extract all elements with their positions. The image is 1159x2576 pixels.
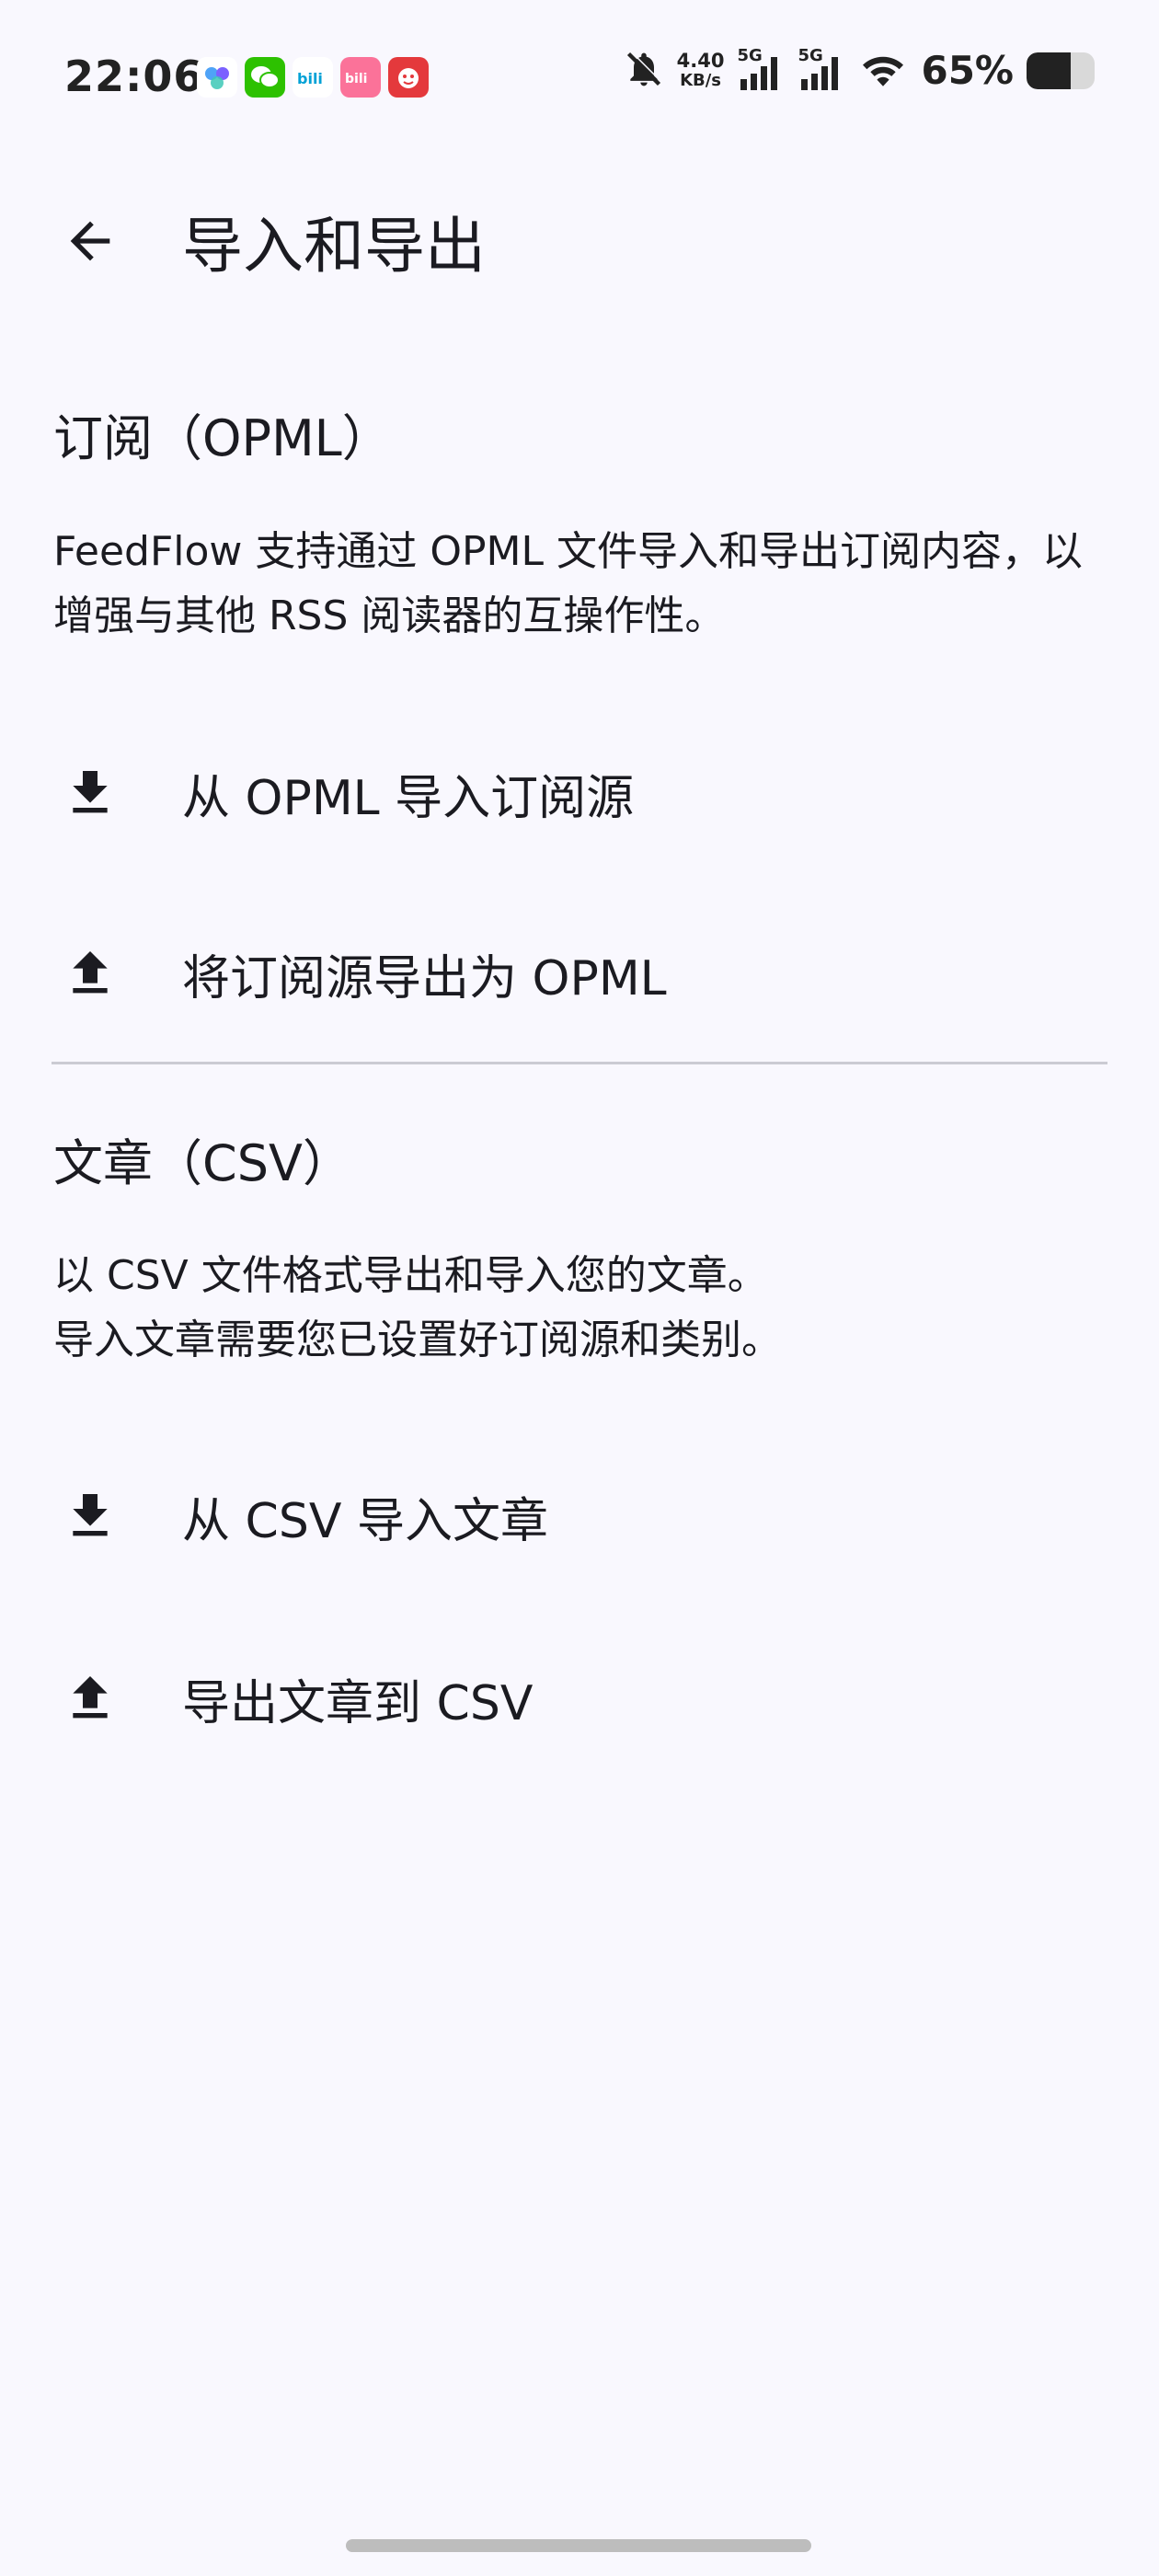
download-icon xyxy=(59,1485,121,1547)
export-opml-label: 将订阅源导出为 OPML xyxy=(182,950,667,1006)
net-speed: 4.40 KB/s xyxy=(677,51,725,91)
net-speed-value: 4.40 xyxy=(676,49,725,72)
import-export-screen: 22:06 bili bili 4.40 KB/s 5G 5G 65% 导入和导… xyxy=(0,0,1159,2576)
download-icon xyxy=(59,762,121,824)
section-description-opml: FeedFlow 支持通过 OPML 文件导入和导出订阅内容，以增强与其他 RS… xyxy=(53,528,1084,639)
upload-icon xyxy=(59,942,121,1005)
arrow-back-icon xyxy=(70,221,110,261)
section-title-opml: 订阅（OPML） xyxy=(53,409,392,467)
import-csv-button[interactable]: 从 CSV 导入文章 xyxy=(0,1433,1159,1599)
svg-text:bili: bili xyxy=(345,72,367,86)
wechat-icon xyxy=(245,57,285,98)
section-divider xyxy=(52,1062,1107,1064)
battery-icon xyxy=(1027,52,1095,89)
net-speed-unit: KB/s xyxy=(680,70,722,90)
signal-1-label: 5G xyxy=(737,45,763,65)
upload-icon xyxy=(59,1667,121,1730)
battery-percent: 65% xyxy=(921,48,1014,93)
bilibili-pink-icon: bili xyxy=(340,57,381,98)
status-time: 22:06 xyxy=(64,52,204,101)
home-indicator[interactable] xyxy=(346,2539,811,2552)
export-csv-button[interactable]: 导出文章到 CSV xyxy=(0,1616,1159,1781)
page-title: 导入和导出 xyxy=(182,211,486,282)
svg-text:bili: bili xyxy=(297,70,323,87)
section-description-csv: 以 CSV 文件格式导出和导入您的文章。 导入文章需要您已设置好订阅源和类别。 xyxy=(53,1244,1111,1373)
section-title-csv: 文章（CSV） xyxy=(53,1134,352,1192)
status-right: 4.40 KB/s 5G 5G 65% xyxy=(624,46,1095,93)
back-button[interactable] xyxy=(52,202,129,280)
jd-icon xyxy=(388,57,429,98)
signal-2-label: 5G xyxy=(798,45,823,65)
bell-off-icon xyxy=(624,49,664,93)
signal-5g-1: 5G xyxy=(737,46,785,92)
export-opml-button[interactable]: 将订阅源导出为 OPML xyxy=(0,891,1159,1056)
section-description-csv-line2: 导入文章需要您已设置好订阅源和类别。 xyxy=(53,1317,782,1363)
top-app-bar: 导入和导出 xyxy=(0,175,1159,304)
export-csv-label: 导出文章到 CSV xyxy=(182,1675,534,1731)
bilibili-icon: bili xyxy=(293,57,333,98)
notification-icons: bili bili xyxy=(197,57,429,98)
section-description-csv-line1: 以 CSV 文件格式导出和导入您的文章。 xyxy=(53,1252,768,1299)
wifi-icon xyxy=(858,49,908,93)
app-notification-icon xyxy=(197,57,237,98)
import-opml-button[interactable]: 从 OPML 导入订阅源 xyxy=(0,710,1159,876)
signal-5g-2: 5G xyxy=(798,46,845,92)
import-csv-label: 从 CSV 导入文章 xyxy=(182,1493,548,1549)
status-bar: 22:06 bili bili 4.40 KB/s 5G 5G 65% xyxy=(0,0,1159,156)
import-opml-label: 从 OPML 导入订阅源 xyxy=(182,770,635,826)
battery-fill xyxy=(1027,52,1072,89)
